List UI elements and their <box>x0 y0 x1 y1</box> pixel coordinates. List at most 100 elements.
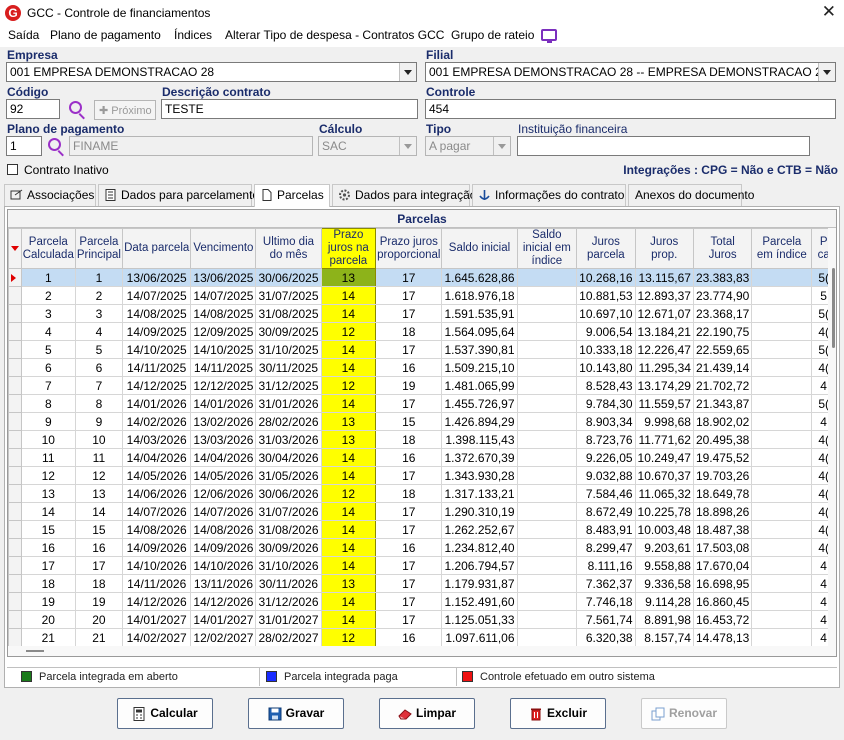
table-cell[interactable]: 21.702,72 <box>692 376 753 395</box>
table-cell[interactable]: 12.226,47 <box>634 340 694 359</box>
table-row[interactable]: 8 8 14/01/2026 14/01/2026 31/01/2026 14 17 1.45… <box>8 394 836 413</box>
table-cell[interactable] <box>751 376 813 395</box>
table-cell[interactable]: 10.333,18 <box>576 340 636 359</box>
table-cell[interactable]: 19 <box>20 592 76 611</box>
column-header[interactable]: Prazo juros na parcela <box>320 228 377 269</box>
tab-parcelas[interactable]: Parcelas <box>254 184 330 207</box>
table-cell[interactable]: 23.383,83 <box>692 268 753 287</box>
table-cell[interactable]: 16.453,72 <box>692 610 753 629</box>
table-cell[interactable]: 12 <box>320 484 377 503</box>
excluir-button[interactable]: Excluir <box>510 698 606 729</box>
table-cell[interactable]: 9.114,28 <box>634 592 694 611</box>
filial-select[interactable]: 001 EMPRESA DEMONSTRACAO 28 -- EMPRESA D… <box>425 62 836 82</box>
table-cell[interactable]: 8.157,74 <box>634 628 694 647</box>
row-indicator[interactable] <box>8 556 22 575</box>
table-cell[interactable]: 14/04/2026 <box>121 448 192 467</box>
table-cell[interactable]: 21 <box>74 628 123 647</box>
table-cell[interactable]: 30/06/2025 <box>255 268 322 287</box>
table-cell[interactable]: 13 <box>320 412 377 431</box>
codigo-input[interactable]: 92 <box>6 99 60 119</box>
table-cell[interactable]: 12 <box>20 466 76 485</box>
table-cell[interactable]: 10.268,16 <box>576 268 636 287</box>
table-cell[interactable]: 14 <box>320 538 377 557</box>
close-icon[interactable]: ✕ <box>822 3 836 21</box>
table-cell[interactable]: 10.003,48 <box>634 520 694 539</box>
table-cell[interactable]: 9.203,61 <box>634 538 694 557</box>
table-cell[interactable]: 14 <box>320 466 377 485</box>
table-cell[interactable]: 15 <box>74 520 123 539</box>
table-cell[interactable]: 31/05/2026 <box>255 466 322 485</box>
table-cell[interactable]: 14/04/2026 <box>190 448 257 467</box>
row-indicator[interactable] <box>8 628 22 647</box>
table-cell[interactable] <box>516 412 578 431</box>
table-cell[interactable]: 14/03/2026 <box>121 430 192 449</box>
table-cell[interactable]: 9.032,88 <box>576 466 636 485</box>
table-cell[interactable]: 1.645.628,86 <box>441 268 518 287</box>
table-cell[interactable]: 9.006,54 <box>576 322 636 341</box>
table-cell[interactable]: 16 <box>375 358 443 377</box>
table-cell[interactable]: 8.723,76 <box>576 430 636 449</box>
sort-down-icon[interactable] <box>10 246 19 251</box>
row-indicator[interactable] <box>8 268 22 287</box>
scroll-thumb[interactable] <box>26 650 44 652</box>
table-row[interactable]: 3 3 14/08/2025 14/08/2025 31/08/2025 14 17 1.59… <box>8 304 836 323</box>
table-cell[interactable]: 14/08/2025 <box>190 304 257 323</box>
table-cell[interactable]: 10.881,53 <box>576 286 636 305</box>
table-cell[interactable]: 1.290.310,19 <box>441 502 518 521</box>
table-cell[interactable]: 14/10/2026 <box>190 556 257 575</box>
proximo-button[interactable]: ✚ Próximo <box>94 100 156 120</box>
table-cell[interactable]: 9.558,88 <box>634 556 694 575</box>
table-cell[interactable]: 19 <box>375 376 443 395</box>
table-cell[interactable]: 28/02/2026 <box>255 412 322 431</box>
table-cell[interactable]: 14 <box>320 304 377 323</box>
column-header[interactable]: Ultimo dia do mês <box>255 228 322 269</box>
table-cell[interactable]: 10.249,47 <box>634 448 694 467</box>
table-cell[interactable] <box>516 286 578 305</box>
row-indicator[interactable] <box>8 430 22 449</box>
table-cell[interactable]: 1 <box>20 268 76 287</box>
table-cell[interactable]: 14/12/2026 <box>190 592 257 611</box>
table-cell[interactable]: 16 <box>375 628 443 647</box>
table-cell[interactable]: 14/08/2026 <box>121 520 192 539</box>
descricao-input[interactable]: TESTE <box>161 99 418 119</box>
vertical-scrollbar[interactable] <box>828 228 836 646</box>
table-cell[interactable]: 8.299,47 <box>576 538 636 557</box>
calcular-button[interactable]: Calcular <box>117 698 213 729</box>
chevron-down-icon[interactable] <box>493 137 510 155</box>
table-row[interactable]: 19 19 14/12/2026 14/12/2026 31/12/2026 14 17 1.… <box>8 592 836 611</box>
table-row[interactable]: 16 16 14/09/2026 14/09/2026 30/09/2026 14 16 1.… <box>8 538 836 557</box>
table-cell[interactable]: 13/02/2026 <box>190 412 257 431</box>
table-cell[interactable]: 23.368,17 <box>692 304 753 323</box>
table-cell[interactable]: 11.065,32 <box>634 484 694 503</box>
tab-dados-parcelamento[interactable]: Dados para parcelamento <box>98 184 259 206</box>
table-cell[interactable]: 10.670,37 <box>634 466 694 485</box>
table-cell[interactable]: 1.152.491,60 <box>441 592 518 611</box>
table-cell[interactable]: 31/07/2025 <box>255 286 322 305</box>
table-cell[interactable] <box>751 520 813 539</box>
table-cell[interactable] <box>751 556 813 575</box>
table-cell[interactable]: 14/08/2025 <box>121 304 192 323</box>
table-cell[interactable]: 14/01/2026 <box>121 394 192 413</box>
table-cell[interactable]: 10 <box>74 430 123 449</box>
table-cell[interactable]: 18 <box>74 574 123 593</box>
table-cell[interactable]: 14 <box>320 340 377 359</box>
table-cell[interactable]: 1.564.095,64 <box>441 322 518 341</box>
table-row[interactable]: 11 11 14/04/2026 14/04/2026 30/04/2026 14 16 1.… <box>8 448 836 467</box>
gravar-button[interactable]: Gravar <box>248 698 344 729</box>
table-cell[interactable]: 12.893,37 <box>634 286 694 305</box>
table-cell[interactable]: 14/11/2025 <box>190 358 257 377</box>
column-header[interactable]: Prazo juros proporcional <box>375 228 443 269</box>
table-cell[interactable] <box>516 520 578 539</box>
column-header[interactable]: Juros prop. <box>634 228 694 269</box>
table-cell[interactable] <box>516 394 578 413</box>
table-cell[interactable] <box>751 502 813 521</box>
table-cell[interactable] <box>751 322 813 341</box>
chevron-down-icon[interactable] <box>399 137 416 155</box>
table-cell[interactable]: 13 <box>74 484 123 503</box>
table-row[interactable]: 7 7 14/12/2025 12/12/2025 31/12/2025 12 19 1.48… <box>8 376 836 395</box>
table-cell[interactable]: 13.115,67 <box>634 268 694 287</box>
limpar-button[interactable]: Limpar <box>379 698 475 729</box>
table-cell[interactable]: 13/06/2025 <box>121 268 192 287</box>
table-cell[interactable] <box>751 628 813 647</box>
table-cell[interactable]: 31/01/2027 <box>255 610 322 629</box>
